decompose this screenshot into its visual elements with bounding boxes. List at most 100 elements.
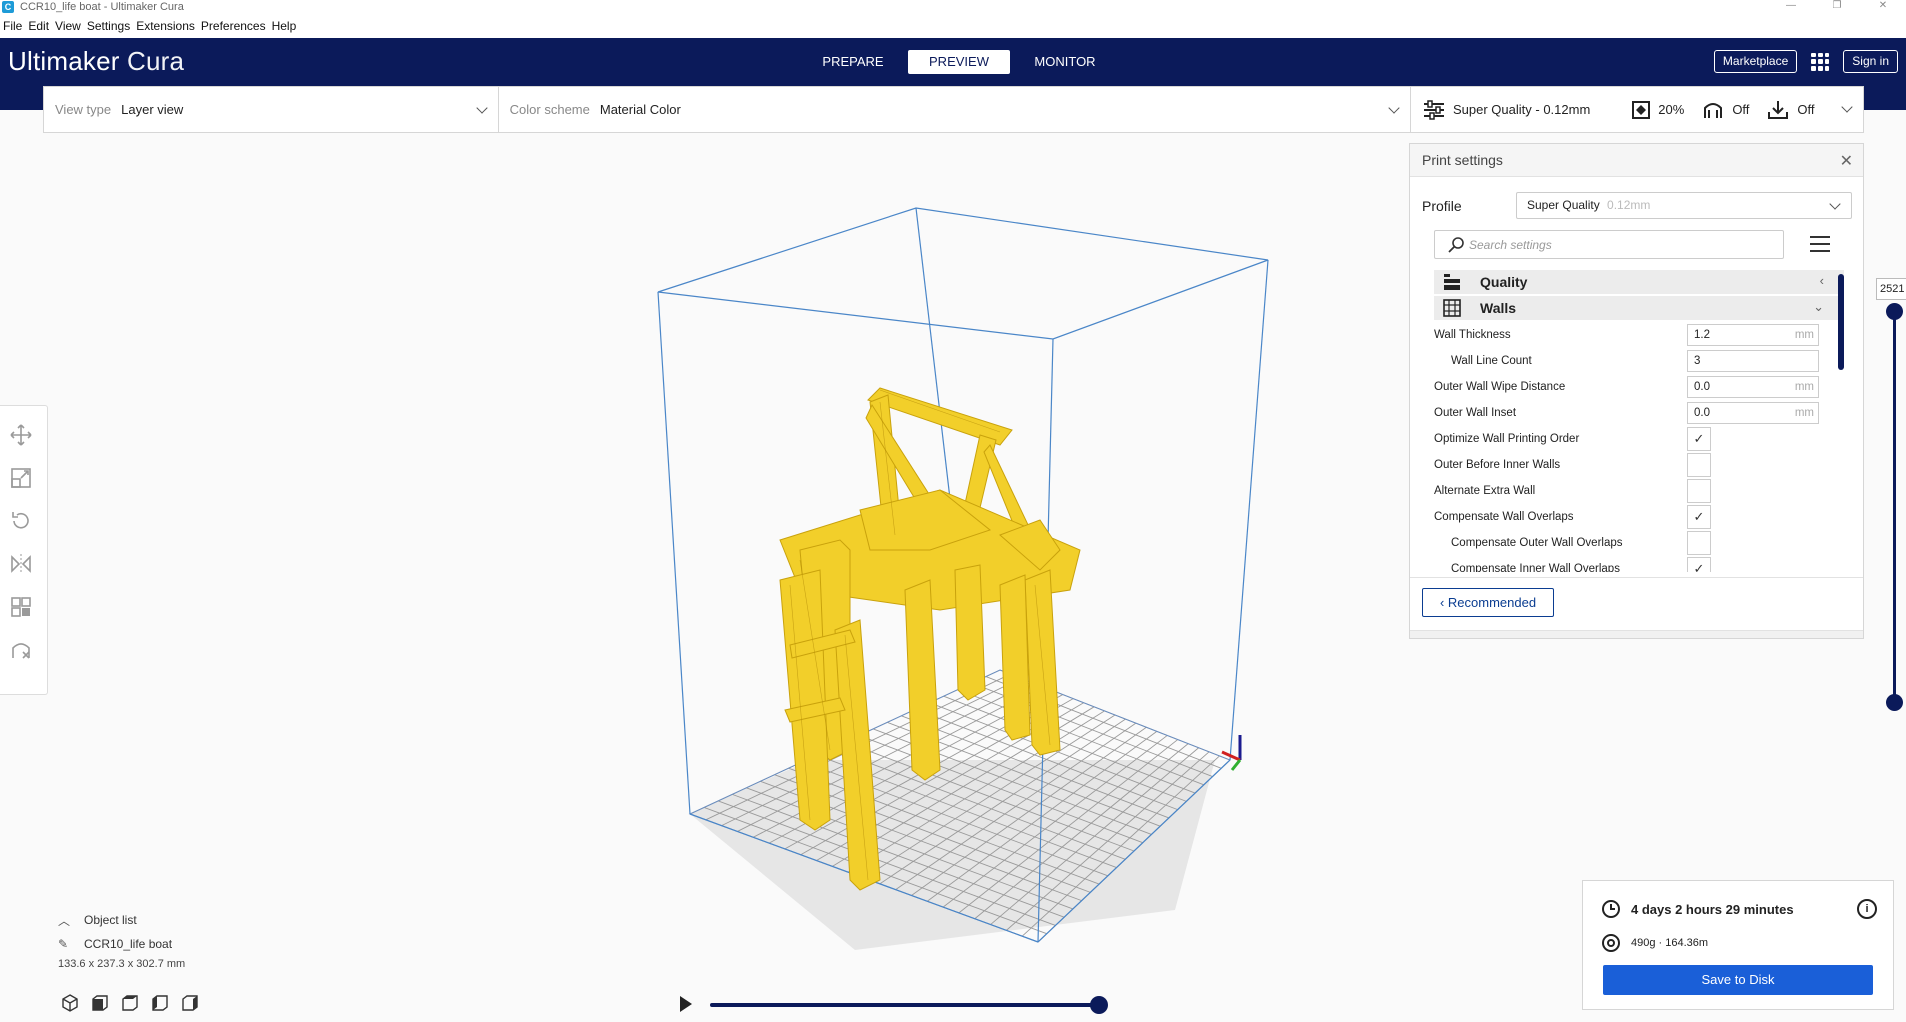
rotate-icon[interactable] xyxy=(10,510,32,532)
profile-value: Super Quality xyxy=(1527,198,1600,212)
chevron-left-icon: ‹ xyxy=(1819,273,1824,288)
mirror-icon[interactable] xyxy=(10,553,32,575)
close-icon[interactable]: ✕ xyxy=(1840,151,1853,171)
header-actions: Marketplace Sign in xyxy=(1713,50,1898,73)
setting-unit: mm xyxy=(1794,381,1814,393)
optimize-wall-order-checkbox[interactable]: ✓ xyxy=(1687,427,1711,451)
outer-before-inner-checkbox[interactable] xyxy=(1687,453,1711,477)
settings-visibility-menu-icon[interactable] xyxy=(1810,236,1830,252)
layer-slider-bottom-handle[interactable] xyxy=(1886,694,1903,711)
simulation-track[interactable] xyxy=(710,1003,1102,1007)
settings-scrollbar[interactable] xyxy=(1838,274,1844,370)
print-settings-footer: ‹ Recommended xyxy=(1410,577,1863,629)
print-time: 4 days 2 hours 29 minutes xyxy=(1631,901,1794,917)
category-quality-label: Quality xyxy=(1480,274,1528,290)
play-icon[interactable] xyxy=(680,996,692,1012)
search-settings-input[interactable]: Search settings xyxy=(1434,230,1784,259)
outer-wall-wipe-distance-input[interactable]: 0.0 mm xyxy=(1687,376,1819,398)
build-volume-viewport[interactable] xyxy=(640,190,1280,960)
tab-monitor[interactable]: MONITOR xyxy=(1014,50,1116,74)
setting-unit: mm xyxy=(1794,407,1814,419)
setting-label: Compensate Outer Wall Overlaps xyxy=(1451,537,1623,549)
setting-label: Wall Thickness xyxy=(1434,329,1511,341)
profile-dropdown[interactable]: Super Quality 0.12mm xyxy=(1516,192,1852,219)
menu-settings[interactable]: Settings xyxy=(84,19,133,33)
view-type-dropdown[interactable]: View type Layer view xyxy=(44,87,499,132)
settings-list: Quality ‹ Walls ⌄ Wall Thickness 1.2 mm W… xyxy=(1434,270,1844,572)
scale-icon[interactable] xyxy=(10,467,32,489)
maximize-button[interactable]: ❐ xyxy=(1814,0,1860,14)
outer-wall-inset-input[interactable]: 0.0 mm xyxy=(1687,402,1819,424)
category-walls[interactable]: Walls ⌄ xyxy=(1434,296,1844,320)
right-view-icon[interactable] xyxy=(180,993,200,1013)
simulation-handle[interactable] xyxy=(1090,996,1108,1014)
recommended-button[interactable]: ‹ Recommended xyxy=(1422,588,1554,617)
apps-grid-icon[interactable] xyxy=(1811,52,1830,71)
object-name: CCR10_life boat xyxy=(84,937,173,951)
object-list-label: Object list xyxy=(84,913,137,927)
compensate-wall-overlaps-checkbox[interactable]: ✓ xyxy=(1687,505,1711,529)
marketplace-button[interactable]: Marketplace xyxy=(1713,50,1798,73)
3d-view-icon[interactable] xyxy=(60,993,80,1013)
object-dimensions: 133.6 x 237.3 x 302.7 mm xyxy=(58,958,186,970)
support-blocker-icon[interactable] xyxy=(10,639,32,661)
layer-slider-track[interactable] xyxy=(1893,310,1896,702)
panel-resize-handle[interactable] xyxy=(1410,630,1863,638)
profile-suffix: 0.12mm xyxy=(1607,198,1651,212)
infill-summary: 20% xyxy=(1632,100,1684,120)
wall-line-count-input[interactable]: 3 xyxy=(1687,350,1819,372)
menu-preferences[interactable]: Preferences xyxy=(198,19,269,33)
pencil-icon: ✎ xyxy=(58,937,69,951)
menu-help[interactable]: Help xyxy=(269,19,300,33)
close-window-button[interactable]: ✕ xyxy=(1860,0,1906,14)
chevron-down-icon xyxy=(476,102,488,114)
setting-wall-line-count: Wall Line Count 3 xyxy=(1434,348,1844,374)
chevron-down-icon[interactable] xyxy=(1841,101,1853,113)
save-to-disk-button[interactable]: Save to Disk xyxy=(1603,965,1873,995)
tab-preview[interactable]: PREVIEW xyxy=(908,50,1010,74)
layer-number-input[interactable]: 2521 xyxy=(1876,278,1906,300)
front-view-icon[interactable] xyxy=(90,993,110,1013)
view-type-label: View type xyxy=(55,102,112,117)
menu-view[interactable]: View xyxy=(52,19,84,33)
recommended-label: Recommended xyxy=(1447,595,1537,610)
wall-thickness-input[interactable]: 1.2 mm xyxy=(1687,324,1819,346)
setting-label: Optimize Wall Printing Order xyxy=(1434,433,1580,445)
color-scheme-dropdown[interactable]: Color scheme Material Color xyxy=(499,87,1410,132)
object-name-row[interactable]: ✎ CCR10_life boat xyxy=(58,932,185,956)
window-controls: — ❐ ✕ xyxy=(1768,0,1906,14)
move-icon[interactable] xyxy=(10,424,32,446)
clock-icon xyxy=(1602,900,1620,918)
print-settings-panel: Print settings ✕ Profile Super Quality 0… xyxy=(1409,143,1864,639)
category-quality[interactable]: Quality ‹ xyxy=(1434,270,1844,294)
menu-file[interactable]: File xyxy=(0,19,25,33)
print-setup-selector[interactable]: Super Quality - 0.12mm 20% Off Off xyxy=(1410,86,1864,133)
build-plate xyxy=(688,669,1231,950)
support-summary: Off xyxy=(1702,100,1749,120)
alternate-extra-wall-checkbox[interactable] xyxy=(1687,479,1711,503)
compensate-outer-wall-overlaps-checkbox[interactable] xyxy=(1687,531,1711,555)
setting-optimize-wall-printing-order: Optimize Wall Printing Order ✓ xyxy=(1434,426,1844,452)
menu-extensions[interactable]: Extensions xyxy=(133,19,198,33)
compensate-inner-wall-overlaps-checkbox[interactable]: ✓ xyxy=(1687,557,1711,572)
minimize-button[interactable]: — xyxy=(1768,0,1814,14)
adhesion-value: Off xyxy=(1797,102,1815,117)
setting-label: Outer Wall Inset xyxy=(1434,407,1517,419)
profile-summary: Super Quality - 0.12mm xyxy=(1423,99,1590,120)
menu-edit[interactable]: Edit xyxy=(25,19,52,33)
per-model-settings-icon[interactable] xyxy=(10,596,32,618)
left-view-icon[interactable] xyxy=(150,993,170,1013)
setting-label: Outer Before Inner Walls xyxy=(1434,459,1561,471)
window-titlebar: C CCR10_life boat - Ultimaker Cura — ❐ ✕ xyxy=(0,0,1906,14)
layer-slider-top-handle[interactable] xyxy=(1886,303,1903,320)
object-list-toggle[interactable]: ︿ Object list xyxy=(58,908,185,932)
tab-prepare[interactable]: PREPARE xyxy=(802,50,904,74)
top-view-icon[interactable] xyxy=(120,993,140,1013)
sign-in-button[interactable]: Sign in xyxy=(1843,50,1898,73)
print-time-row: 4 days 2 hours 29 minutes xyxy=(1601,899,1794,919)
chevron-down-icon xyxy=(1829,198,1841,210)
window-title: CCR10_life boat - Ultimaker Cura xyxy=(20,1,184,13)
view-options-bar: View type Layer view Color scheme Materi… xyxy=(43,86,1411,133)
info-icon[interactable]: i xyxy=(1857,899,1877,919)
print-info-panel: 4 days 2 hours 29 minutes i 490g · 164.3… xyxy=(1582,880,1894,1010)
